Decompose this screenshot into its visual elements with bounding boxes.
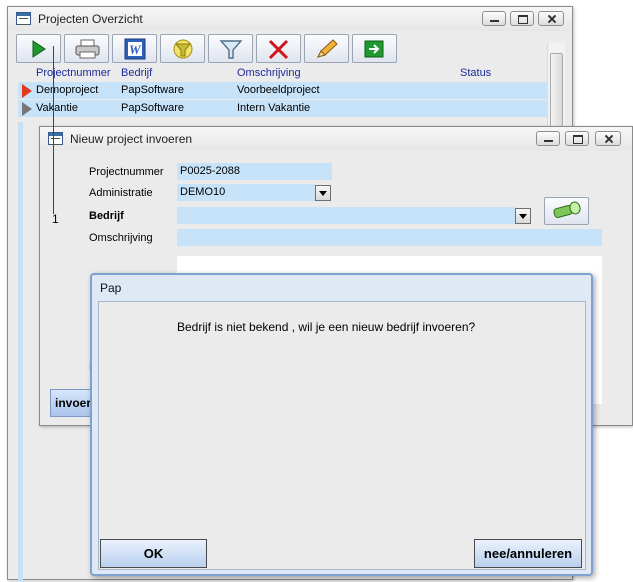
title-bar[interactable]: Nieuw project invoeren: [40, 127, 632, 151]
column-header-bedrijf[interactable]: Bedrijf: [121, 67, 152, 79]
minimize-button[interactable]: [482, 11, 506, 26]
omschrijving-field[interactable]: [177, 229, 602, 246]
close-button[interactable]: [595, 131, 621, 146]
cell-omschrijving: Intern Vakantie: [237, 102, 311, 114]
connector-line: [53, 46, 54, 214]
print-button[interactable]: [64, 34, 109, 63]
cell-projectnummer: Demoproject: [36, 84, 99, 96]
word-export-button[interactable]: W: [112, 34, 157, 63]
scrollbar-thumb[interactable]: [550, 53, 563, 133]
cell-bedrijf: PapSoftware: [121, 102, 184, 114]
current-row-arrow-icon: [22, 84, 32, 98]
delete-button[interactable]: [256, 34, 301, 63]
run-button[interactable]: [16, 34, 61, 63]
printer-icon: [75, 39, 100, 59]
window-title: Nieuw project invoeren: [70, 132, 193, 146]
omschrijving-label: Omschrijving: [89, 232, 153, 244]
ok-button[interactable]: OK: [100, 539, 207, 568]
column-header-status[interactable]: Status: [460, 67, 491, 79]
flashlight-icon: [553, 201, 581, 218]
close-button[interactable]: [538, 11, 564, 26]
window-icon: [16, 12, 31, 25]
lookup-button[interactable]: [544, 197, 589, 225]
svg-text:W: W: [129, 42, 142, 57]
window-icon: [48, 132, 63, 145]
confirm-dialog: Pap Bedrijf is niet bekend , wil je een …: [90, 273, 593, 576]
title-bar[interactable]: Projecten Overzicht: [8, 7, 572, 31]
dialog-title: Pap: [100, 281, 122, 295]
delete-icon: [268, 39, 289, 60]
maximize-button[interactable]: [510, 11, 534, 26]
export-button[interactable]: [352, 34, 397, 63]
projectnummer-label: Projectnummer: [89, 166, 164, 178]
filter-button[interactable]: [208, 34, 253, 63]
chevron-down-icon[interactable]: [315, 185, 331, 201]
cell-omschrijving: Voorbeeldproject: [237, 84, 320, 96]
bedrijf-label: Bedrijf: [89, 210, 124, 222]
cell-projectnummer: Vakantie: [36, 102, 78, 114]
export-icon: [364, 40, 384, 58]
table-row[interactable]: Vakantie PapSoftware Intern Vakantie: [18, 100, 548, 117]
bedrijf-select[interactable]: [177, 207, 515, 224]
invoeren-button[interactable]: invoeren: [50, 389, 92, 417]
dialog-message: Bedrijf is niet bekend , wil je een nieu…: [177, 320, 476, 334]
column-header-omschrijving[interactable]: Omschrijving: [237, 67, 301, 79]
table-row[interactable]: Demoproject PapSoftware Voorbeeldproject: [18, 82, 548, 99]
chevron-down-icon[interactable]: [515, 208, 531, 224]
run-icon: [32, 40, 46, 58]
cancel-button[interactable]: nee/annuleren: [474, 539, 582, 568]
administratie-label: Administratie: [89, 187, 153, 199]
minimize-button[interactable]: [536, 131, 560, 146]
row-marker: 1: [52, 212, 59, 226]
edit-button[interactable]: [304, 34, 349, 63]
column-header-projectnummer[interactable]: Projectnummer: [36, 67, 111, 79]
word-icon: W: [124, 38, 146, 60]
filter-clear-button[interactable]: [160, 34, 205, 63]
row-arrow-icon: [22, 102, 32, 116]
cell-bedrijf: PapSoftware: [121, 84, 184, 96]
maximize-button[interactable]: [565, 131, 589, 146]
administratie-select[interactable]: DEMO10: [177, 184, 315, 201]
edit-icon: [317, 39, 338, 58]
window-title: Projecten Overzicht: [38, 12, 143, 26]
left-strip: [18, 122, 23, 582]
dialog-body: Bedrijf is niet bekend , wil je een nieu…: [98, 301, 586, 570]
filter-clear-icon: [173, 39, 193, 59]
projectnummer-field[interactable]: P0025-2088: [177, 163, 332, 180]
filter-icon: [219, 40, 243, 59]
